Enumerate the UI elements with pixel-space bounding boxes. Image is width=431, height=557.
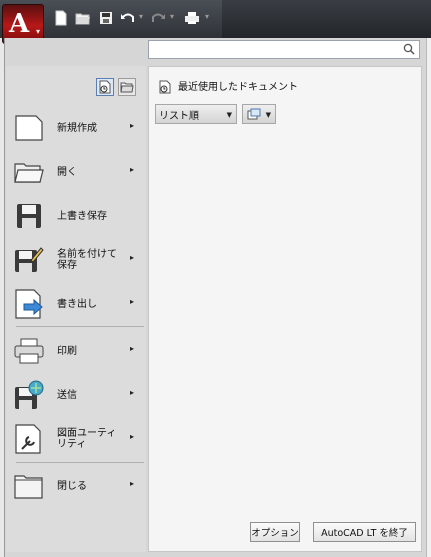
menu-divider [16, 326, 144, 327]
menu-item-label: 新規作成 [57, 122, 97, 134]
chevron-down-icon: ▾ [35, 27, 40, 36]
chevron-down-icon: ▼ [265, 111, 271, 119]
menu-item-save[interactable]: 上書き保存 [12, 195, 142, 237]
recent-documents-icon [99, 80, 111, 94]
search-icon[interactable] [403, 43, 415, 55]
menu-item-close[interactable]: 閉じる ▸ [12, 465, 142, 507]
menu-item-save-as[interactable]: 名前を付けて 保存 ▸ [12, 239, 142, 281]
sort-order-value: リスト順 [159, 110, 199, 122]
menu-item-send[interactable]: 送信 ▸ [12, 374, 142, 416]
recent-documents-title: 最近使用したドキュメント [178, 82, 298, 93]
submenu-arrow-icon: ▸ [130, 432, 135, 441]
submenu-arrow-icon: ▸ [130, 165, 135, 174]
export-icon [12, 287, 46, 321]
new-document-icon [12, 111, 46, 145]
save-as-icon [12, 243, 46, 277]
options-button[interactable]: オプション [250, 522, 300, 542]
autocad-logo-icon: A [9, 9, 30, 39]
submenu-arrow-icon: ▸ [130, 121, 135, 130]
save-icon [12, 199, 46, 233]
menu-item-label: 開く [57, 166, 77, 178]
open-documents-icon [120, 82, 134, 93]
plot-icon[interactable] [183, 9, 201, 27]
menu-item-label: 閉じる [57, 480, 87, 492]
menu-item-export[interactable]: 書き出し ▸ [12, 283, 142, 325]
menu-item-label: 印刷 [57, 345, 77, 357]
sort-order-dropdown[interactable]: リスト順 ▼ [155, 104, 237, 124]
save-icon[interactable] [97, 9, 115, 27]
send-icon [12, 378, 46, 412]
submenu-arrow-icon: ▸ [130, 253, 135, 262]
print-icon [12, 334, 46, 368]
menu-item-label: 図面ユーティ リティ [57, 428, 117, 450]
open-folder-icon [12, 155, 46, 189]
menu-divider [16, 462, 144, 463]
recent-documents-icon [159, 80, 171, 94]
open-icon[interactable] [74, 9, 92, 27]
search-input[interactable] [148, 40, 420, 59]
menu-item-label: 書き出し [57, 298, 97, 310]
submenu-arrow-icon: ▸ [130, 388, 135, 397]
close-document-icon [12, 469, 46, 503]
menu-item-label: 送信 [57, 389, 77, 401]
drawing-utilities-icon [12, 422, 46, 456]
submenu-arrow-icon: ▸ [130, 344, 135, 353]
submenu-arrow-icon: ▸ [130, 297, 135, 306]
customize-toolbar-icon[interactable]: ▾ [205, 12, 209, 21]
search-field[interactable] [149, 41, 393, 58]
exit-autocad-button[interactable]: AutoCAD LT を終了 [313, 522, 416, 542]
menu-item-label: 名前を付けて 保存 [57, 249, 117, 271]
undo-icon[interactable] [119, 9, 137, 27]
menu-item-print[interactable]: 印刷 ▸ [12, 330, 142, 372]
submenu-arrow-icon: ▸ [130, 479, 135, 488]
menu-item-drawing-utilities[interactable]: 図面ユーティ リティ ▸ [12, 418, 142, 460]
recent-documents-button[interactable] [96, 78, 114, 96]
redo-icon[interactable] [149, 9, 167, 27]
recent-documents-pane [148, 66, 422, 552]
redo-dropdown-icon[interactable]: ▾ [170, 12, 174, 21]
background-edge [426, 38, 431, 557]
chevron-down-icon: ▼ [226, 111, 232, 119]
undo-dropdown-icon[interactable]: ▾ [139, 12, 143, 21]
new-icon[interactable] [52, 9, 70, 27]
open-documents-button[interactable] [118, 78, 136, 96]
display-mode-dropdown[interactable]: ▼ [242, 104, 276, 124]
menu-item-label: 上書き保存 [57, 210, 107, 222]
menu-item-open[interactable]: 開く ▸ [12, 151, 142, 193]
title-bar [222, 0, 431, 38]
display-mode-icon [247, 108, 261, 120]
menu-item-new[interactable]: 新規作成 ▸ [12, 107, 142, 149]
